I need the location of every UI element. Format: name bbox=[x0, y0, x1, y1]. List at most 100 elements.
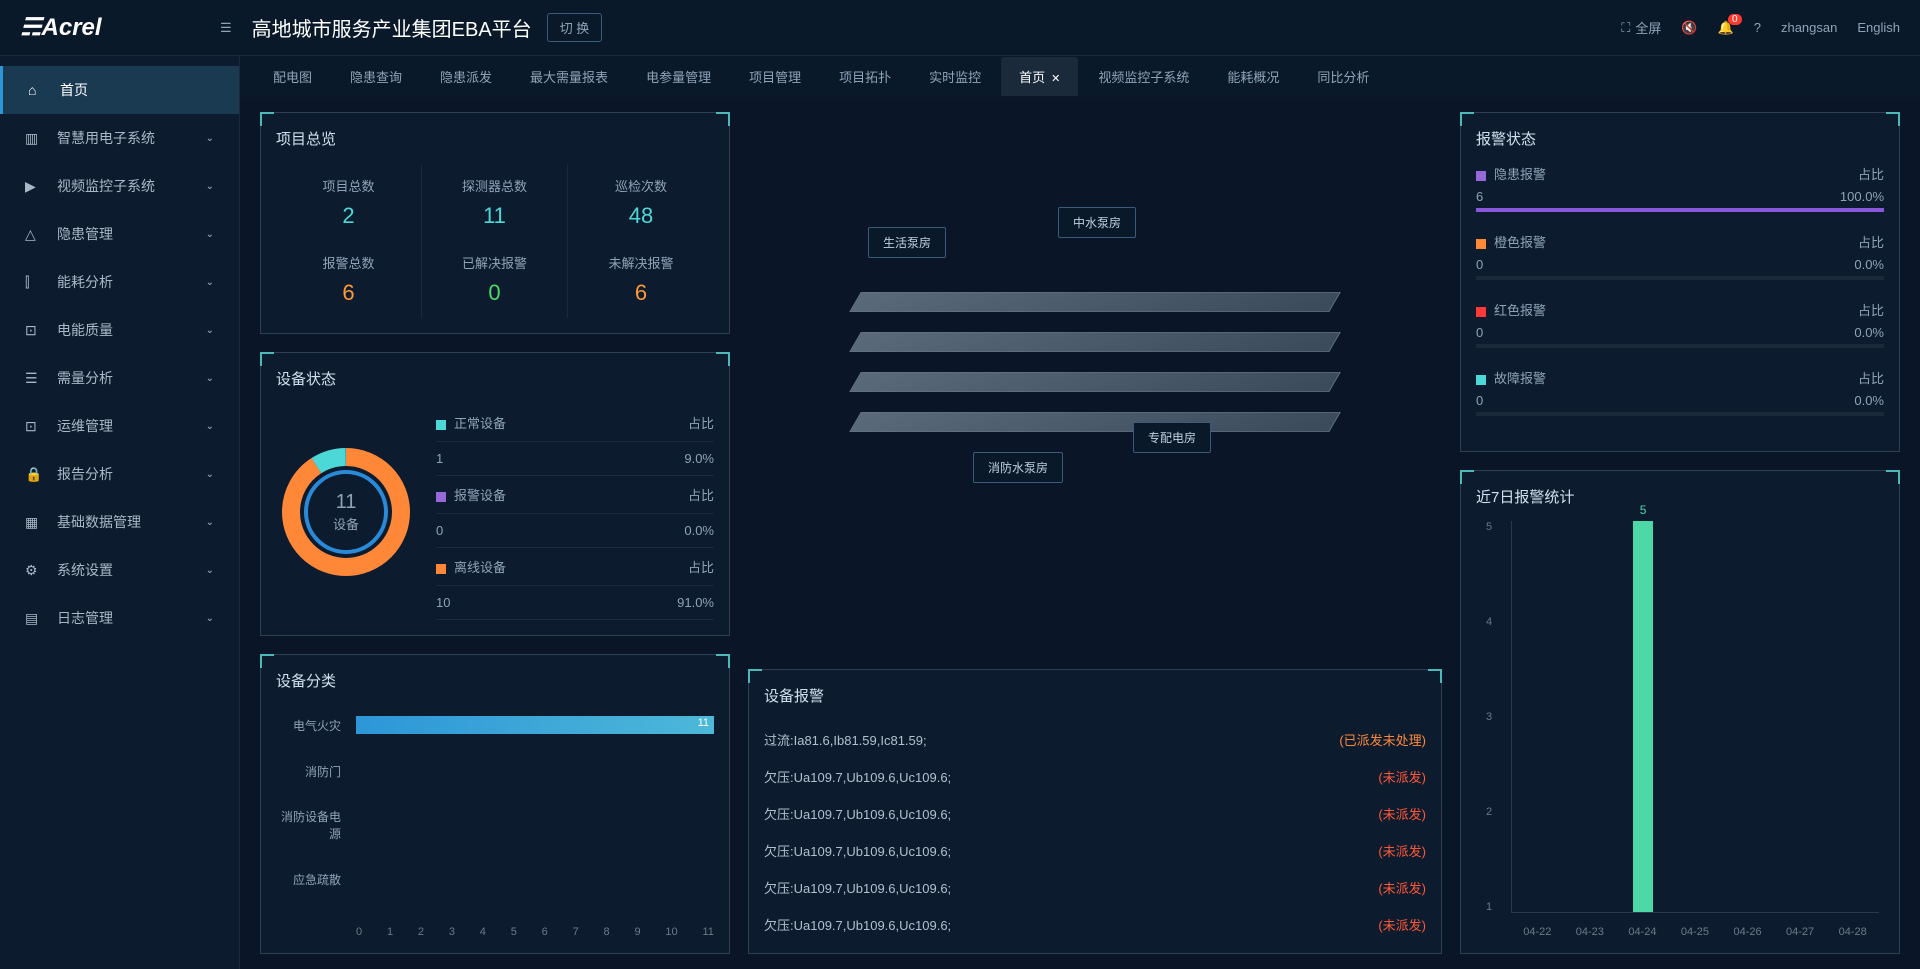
nav-icon: △ bbox=[25, 226, 45, 243]
overview-cell: 探测器总数11 bbox=[422, 164, 568, 241]
fullscreen-button[interactable]: ⛶全屏 bbox=[1621, 18, 1661, 37]
map-marker[interactable]: 中水泵房 bbox=[1058, 207, 1136, 238]
alarm-row[interactable]: 欠压:Ua109.7,Ub109.6,Uc109.6;(未派发) bbox=[764, 869, 1426, 906]
alarm-row[interactable]: 过流:Ia81.6,Ib81.59,Ic81.59;(已派发未处理) bbox=[764, 721, 1426, 758]
week-bar: 5 bbox=[1633, 521, 1653, 912]
close-icon[interactable]: ✕ bbox=[1051, 73, 1060, 85]
sidebar-item[interactable]: ▶ 视频监控子系统 ⌄ bbox=[0, 162, 239, 210]
sidebar-item[interactable]: ▦基础数据管理⌄ bbox=[0, 498, 239, 546]
tab[interactable]: 隐患查询 bbox=[332, 57, 420, 96]
overview-cell: 巡检次数48 bbox=[568, 164, 714, 241]
nav-label: 首页 bbox=[60, 80, 88, 100]
menu-toggle-icon[interactable]: ☰ bbox=[220, 20, 232, 36]
nav-label: 能耗分析 bbox=[57, 272, 113, 292]
map-marker[interactable]: 生活泵房 bbox=[868, 227, 946, 258]
overview-cell: 项目总数2 bbox=[276, 164, 422, 241]
weekly-bar-chart: 5 bbox=[1511, 521, 1879, 913]
sidebar-item[interactable]: ⊡电能质量⌄ bbox=[0, 306, 239, 354]
tab[interactable]: 视频监控子系统 bbox=[1080, 57, 1207, 96]
overview-cell: 未解决报警6 bbox=[568, 241, 714, 318]
nav-label: 运维管理 bbox=[57, 416, 113, 436]
alarm-row[interactable]: 欠压:Ua109.7,Ub109.6,Uc109.6;(未派发) bbox=[764, 832, 1426, 869]
map-marker[interactable]: 消防水泵房 bbox=[973, 452, 1063, 483]
chevron-down-icon: ⌄ bbox=[206, 133, 214, 144]
alarm-category: 故障报警占比00.0% bbox=[1476, 368, 1884, 416]
volume-icon[interactable]: 🔇 bbox=[1681, 20, 1697, 36]
notification-icon[interactable]: 🔔0 bbox=[1718, 20, 1734, 36]
project-overview-panel: 项目总览 项目总数2探测器总数11巡检次数48报警总数6已解决报警0未解决报警6 bbox=[260, 112, 730, 334]
panel-title: 设备报警 bbox=[764, 685, 1426, 706]
sidebar-item[interactable]: 🔒报告分析⌄ bbox=[0, 450, 239, 498]
sidebar-item[interactable]: ⌂ 首页 bbox=[0, 66, 239, 114]
alarm-category: 红色报警占比00.0% bbox=[1476, 300, 1884, 348]
switch-button[interactable]: 切 换 bbox=[547, 13, 603, 42]
chevron-down-icon: ⌄ bbox=[206, 421, 214, 432]
tab[interactable]: 实时监控 bbox=[911, 57, 999, 96]
bar-row: 消防设备电源 bbox=[276, 808, 714, 842]
nav-icon: ▥ bbox=[25, 130, 45, 147]
device-alarm-panel: 设备报警 过流:Ia81.6,Ib81.59,Ic81.59;(已派发未处理)欠… bbox=[748, 669, 1442, 954]
alarm-row[interactable]: 欠压:Ua109.7,Ub109.6,Uc109.6;(未派发) bbox=[764, 758, 1426, 795]
language-switch[interactable]: English bbox=[1857, 20, 1900, 35]
tab[interactable]: 同比分析 bbox=[1299, 57, 1387, 96]
alarm-category: 橙色报警占比00.0% bbox=[1476, 232, 1884, 280]
alarm-row[interactable]: 欠压:Ua109.7,Ub109.6,Uc109.6;(未派发) bbox=[764, 906, 1426, 943]
tab[interactable]: 配电图 bbox=[255, 57, 330, 96]
nav-label: 视频监控子系统 bbox=[57, 176, 155, 196]
nav-label: 报告分析 bbox=[57, 464, 113, 484]
nav-icon: ⫿ bbox=[25, 274, 45, 291]
category-bar-chart: 电气火灾11消防门消防设备电源应急疏散 bbox=[276, 706, 714, 926]
sidebar: ⌂ 首页 ▥智慧用电子系统⌄ ▶ 视频监控子系统 ⌄ △ 隐患管理 ⌄ ⫿ 能耗分析 ⌄ ⊡电能质量⌄☰… bbox=[0, 56, 240, 969]
alarm-status-panel: 报警状态 隐患报警占比6100.0%橙色报警占比00.0%红色报警占比00.0%… bbox=[1460, 112, 1900, 452]
tab[interactable]: 项目拓扑 bbox=[821, 57, 909, 96]
chevron-down-icon: ⌄ bbox=[206, 469, 214, 480]
sidebar-item[interactable]: ⚙ 系统设置 ⌄ bbox=[0, 546, 239, 594]
tab[interactable]: 隐患派发 bbox=[422, 57, 510, 96]
device-donut-chart: 11设备 bbox=[276, 442, 416, 582]
building-3d-view[interactable]: 生活泵房 中水泵房消防水泵房 专配电房 bbox=[748, 112, 1442, 651]
chevron-down-icon: ⌄ bbox=[206, 229, 214, 240]
chevron-down-icon: ⌄ bbox=[206, 181, 214, 192]
tab[interactable]: 能耗概况 bbox=[1209, 57, 1297, 96]
nav-label: 基础数据管理 bbox=[57, 512, 141, 532]
chevron-down-icon: ⌄ bbox=[206, 565, 214, 576]
sidebar-item[interactable]: ⊡ 运维管理 ⌄ bbox=[0, 402, 239, 450]
nav-icon: ▶ bbox=[25, 178, 45, 195]
nav-icon: ⌂ bbox=[28, 82, 48, 98]
map-marker[interactable]: 专配电房 bbox=[1133, 422, 1211, 453]
chevron-down-icon: ⌄ bbox=[206, 517, 214, 528]
chevron-down-icon: ⌄ bbox=[206, 277, 214, 288]
nav-label: 日志管理 bbox=[57, 608, 113, 628]
tab[interactable]: 首页✕ bbox=[1001, 57, 1078, 96]
nav-icon: ⊡ bbox=[25, 418, 45, 435]
username[interactable]: zhangsan bbox=[1781, 20, 1837, 35]
sidebar-item[interactable]: ☰需量分析⌄ bbox=[0, 354, 239, 402]
sidebar-item[interactable]: ▥智慧用电子系统⌄ bbox=[0, 114, 239, 162]
sidebar-item[interactable]: ⫿ 能耗分析 ⌄ bbox=[0, 258, 239, 306]
tab-bar: 配电图隐患查询隐患派发最大需量报表电参量管理项目管理项目拓扑实时监控首页✕视频监… bbox=[240, 56, 1920, 97]
bar-row: 应急疏散 bbox=[276, 870, 714, 888]
status-row: 离线设备占比 bbox=[436, 548, 714, 586]
device-category-panel: 设备分类 电气火灾11消防门消防设备电源应急疏散 01234567891011 bbox=[260, 654, 730, 954]
nav-icon: ▤ bbox=[25, 610, 45, 627]
tab[interactable]: 电参量管理 bbox=[628, 57, 729, 96]
nav-label: 需量分析 bbox=[57, 368, 113, 388]
platform-title: 高地城市服务产业集团EBA平台 bbox=[252, 13, 532, 42]
alarm-row[interactable]: 欠压:Ua109.7,Ub109.6,Uc109.6;(未派发) bbox=[764, 795, 1426, 832]
nav-icon: ⊡ bbox=[25, 322, 45, 339]
nav-label: 隐患管理 bbox=[57, 224, 113, 244]
nav-icon: ⚙ bbox=[25, 562, 45, 579]
tab[interactable]: 项目管理 bbox=[731, 57, 819, 96]
nav-label: 系统设置 bbox=[57, 560, 113, 580]
help-icon[interactable]: ? bbox=[1754, 20, 1761, 35]
bar-row: 电气火灾11 bbox=[276, 716, 714, 734]
panel-title: 设备状态 bbox=[276, 368, 714, 389]
panel-title: 设备分类 bbox=[276, 670, 714, 691]
chevron-down-icon: ⌄ bbox=[206, 613, 214, 624]
tab[interactable]: 最大需量报表 bbox=[512, 57, 626, 96]
alarm-category: 隐患报警占比6100.0% bbox=[1476, 164, 1884, 212]
status-row: 报警设备占比 bbox=[436, 476, 714, 514]
sidebar-item[interactable]: △ 隐患管理 ⌄ bbox=[0, 210, 239, 258]
overview-cell: 报警总数6 bbox=[276, 241, 422, 318]
sidebar-item[interactable]: ▤ 日志管理 ⌄ bbox=[0, 594, 239, 642]
